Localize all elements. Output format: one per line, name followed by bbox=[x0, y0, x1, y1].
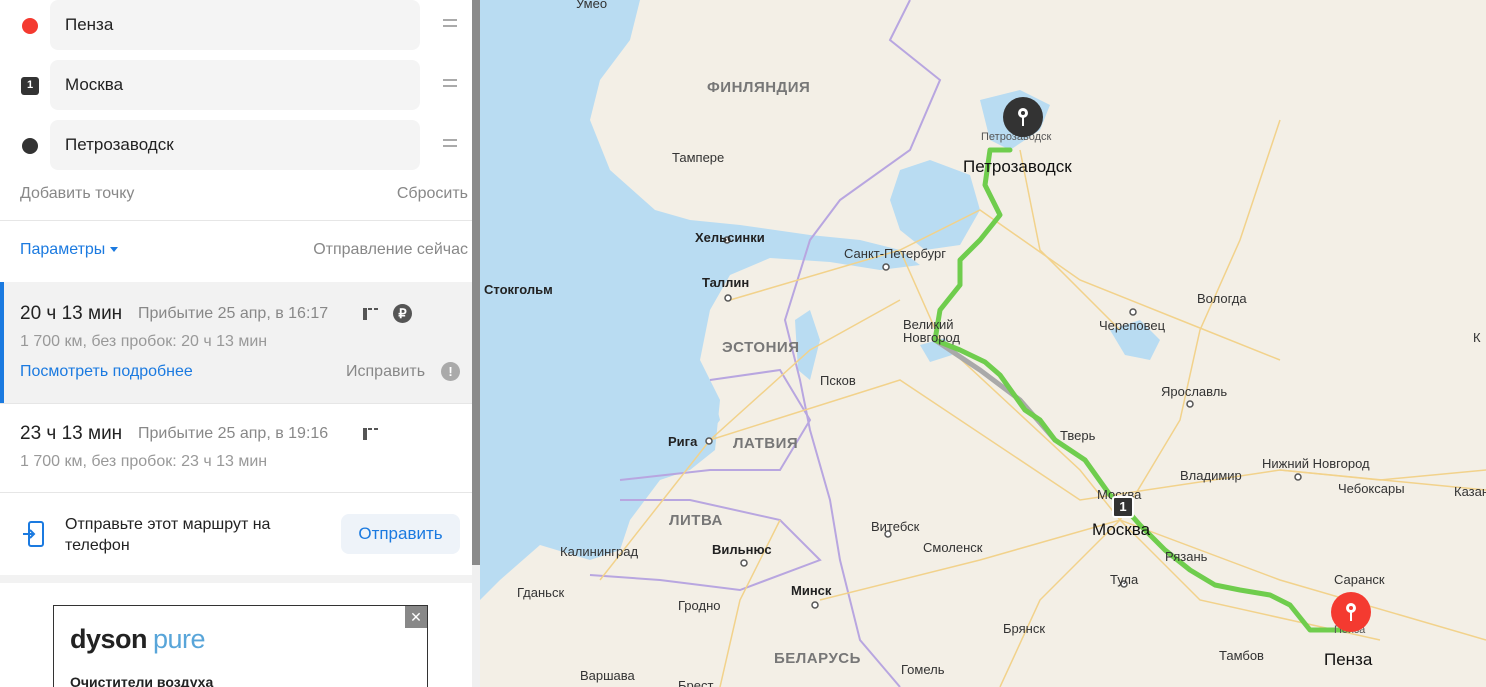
city-label: Саранск bbox=[1334, 572, 1385, 587]
waypoint-row-via: 1 bbox=[0, 60, 472, 110]
waypoint-row-start bbox=[0, 0, 472, 50]
city-label: Рязань bbox=[1165, 549, 1208, 564]
route-end-label: Петрозаводск bbox=[963, 157, 1072, 176]
waypoint-via-input[interactable] bbox=[50, 60, 420, 110]
ruble-icon: ₽ bbox=[393, 304, 412, 323]
phone-send-icon bbox=[23, 521, 44, 547]
country-label: ФИНЛЯНДИЯ bbox=[707, 79, 811, 96]
city-label: Брянск bbox=[1003, 621, 1046, 636]
city-label: Череповец bbox=[1099, 318, 1166, 333]
route-distance: 1 700 км, без пробок: 20 ч 13 мин bbox=[20, 333, 268, 350]
city-label: Великий Новгород bbox=[903, 317, 960, 345]
send-button[interactable]: Отправить bbox=[341, 514, 460, 554]
city-label: Ярославль bbox=[1161, 384, 1228, 399]
city-label: Казань bbox=[1454, 484, 1486, 499]
via-waypoint-icon[interactable]: 1 bbox=[1112, 496, 1134, 518]
toll-gate-icon bbox=[363, 428, 378, 440]
drag-handle-icon[interactable] bbox=[443, 79, 457, 91]
drag-handle-icon[interactable] bbox=[443, 19, 457, 31]
city-label: Нижний Новгород bbox=[1262, 456, 1370, 471]
route-start-label: Пенза bbox=[1324, 650, 1373, 669]
route-arrival: Прибытие 25 апр, в 19:16 bbox=[138, 425, 329, 442]
capital-label: Минск bbox=[791, 583, 832, 598]
end-marker-icon bbox=[22, 138, 38, 154]
ad-text: Очистители воздуха bbox=[70, 674, 214, 687]
city-label: Тампере bbox=[672, 150, 725, 165]
country-label: ЭСТОНИЯ bbox=[722, 339, 800, 356]
city-label: Витебск bbox=[871, 519, 920, 534]
route-duration: 23 ч 13 мин bbox=[20, 423, 123, 444]
city-label: К bbox=[1473, 330, 1481, 345]
sidebar-scrollbar[interactable] bbox=[472, 0, 480, 565]
capital-label: Хельсинки bbox=[695, 230, 765, 245]
fix-route-link[interactable]: Исправить bbox=[346, 363, 425, 381]
active-route-indicator bbox=[0, 282, 4, 403]
route-arrival: Прибытие 25 апр, в 16:17 bbox=[138, 305, 329, 322]
start-pin-icon[interactable] bbox=[1331, 592, 1371, 632]
end-pin-icon[interactable] bbox=[1003, 97, 1043, 137]
ad-brand-logo: dyson pure bbox=[70, 624, 206, 655]
ad-brand: dyson bbox=[70, 624, 148, 654]
divider bbox=[0, 220, 472, 221]
route-distance: 1 700 км, без пробок: 23 ч 13 мин bbox=[20, 453, 268, 470]
capital-label: Рига bbox=[668, 434, 698, 449]
country-label: ЛАТВИЯ bbox=[733, 435, 799, 452]
caret-down-icon bbox=[110, 247, 119, 253]
route-duration: 20 ч 13 мин bbox=[20, 303, 123, 324]
waypoint-start-input[interactable] bbox=[50, 0, 420, 50]
country-label: БЕЛАРУСЬ bbox=[774, 650, 861, 667]
route-option-1[interactable]: 20 ч 13 мин Прибытие 25 апр, в 16:17 ₽ 1… bbox=[0, 282, 472, 403]
departure-time-link[interactable]: Отправление сейчас bbox=[313, 241, 468, 259]
city-label: Тула bbox=[1110, 572, 1139, 587]
ad-close-icon[interactable]: ✕ bbox=[405, 606, 427, 628]
toll-gate-icon bbox=[363, 308, 378, 320]
city-label: Псков bbox=[820, 373, 856, 388]
via-number-icon: 1 bbox=[21, 77, 39, 95]
city-label: Брест bbox=[678, 678, 714, 687]
add-point-link[interactable]: Добавить точку bbox=[20, 185, 134, 203]
capital-label: Варшава bbox=[580, 668, 635, 683]
ad-separator bbox=[0, 575, 472, 583]
country-label: ЛИТВА bbox=[669, 512, 723, 529]
route-option-2[interactable]: 23 ч 13 мин Прибытие 25 апр, в 19:16 1 7… bbox=[0, 404, 472, 492]
drag-handle-icon[interactable] bbox=[443, 139, 457, 151]
waypoint-end-input[interactable] bbox=[50, 120, 420, 170]
city-label: Гданьск bbox=[517, 585, 565, 600]
route-via-label: Москва bbox=[1092, 520, 1151, 539]
warning-icon: ! bbox=[441, 362, 460, 381]
city-label: Гродно bbox=[678, 598, 721, 613]
city-label: Тамбов bbox=[1219, 648, 1264, 663]
sidebar-scroll-track[interactable] bbox=[472, 565, 480, 687]
city-label: Смоленск bbox=[923, 540, 983, 555]
map-canvas[interactable]: ФИНЛЯНДИЯ ЭСТОНИЯ ЛАТВИЯ ЛИТВА БЕЛАРУСЬ … bbox=[480, 0, 1486, 687]
waypoint-row-end bbox=[0, 120, 472, 170]
city-label: Гомель bbox=[901, 662, 945, 677]
city-label: Умео bbox=[576, 0, 608, 11]
params-label: Параметры bbox=[20, 241, 106, 258]
city-label: Чебоксары bbox=[1338, 481, 1405, 496]
city-label: Санкт-Петербург bbox=[844, 246, 946, 261]
start-marker-icon bbox=[22, 18, 38, 34]
route-details-link[interactable]: Посмотреть подробнее bbox=[20, 363, 193, 381]
capital-label: Таллин bbox=[702, 275, 750, 290]
params-dropdown[interactable]: Параметры bbox=[20, 241, 119, 259]
route-sidebar: 1 Добавить точку Сбросить Параметры Отпр… bbox=[0, 0, 480, 687]
reset-link[interactable]: Сбросить bbox=[397, 185, 468, 203]
city-label: Калининград bbox=[560, 544, 639, 559]
send-to-phone-block: Отправьте этот маршрут на телефон Отправ… bbox=[0, 493, 472, 575]
send-route-text: Отправьте этот маршрут на телефон bbox=[65, 516, 271, 554]
capital-label: Вильнюс bbox=[712, 542, 772, 557]
capital-label: Стокгольм bbox=[484, 282, 553, 297]
app-root: 1 Добавить точку Сбросить Параметры Отпр… bbox=[0, 0, 1486, 687]
ad-brand-sub: pure bbox=[153, 624, 206, 654]
ad-banner[interactable]: ✕ dyson pure Очистители воздуха bbox=[53, 605, 428, 687]
city-label: Вологда bbox=[1197, 291, 1247, 306]
city-label: Тверь bbox=[1060, 428, 1096, 443]
city-label: Владимир bbox=[1180, 468, 1242, 483]
